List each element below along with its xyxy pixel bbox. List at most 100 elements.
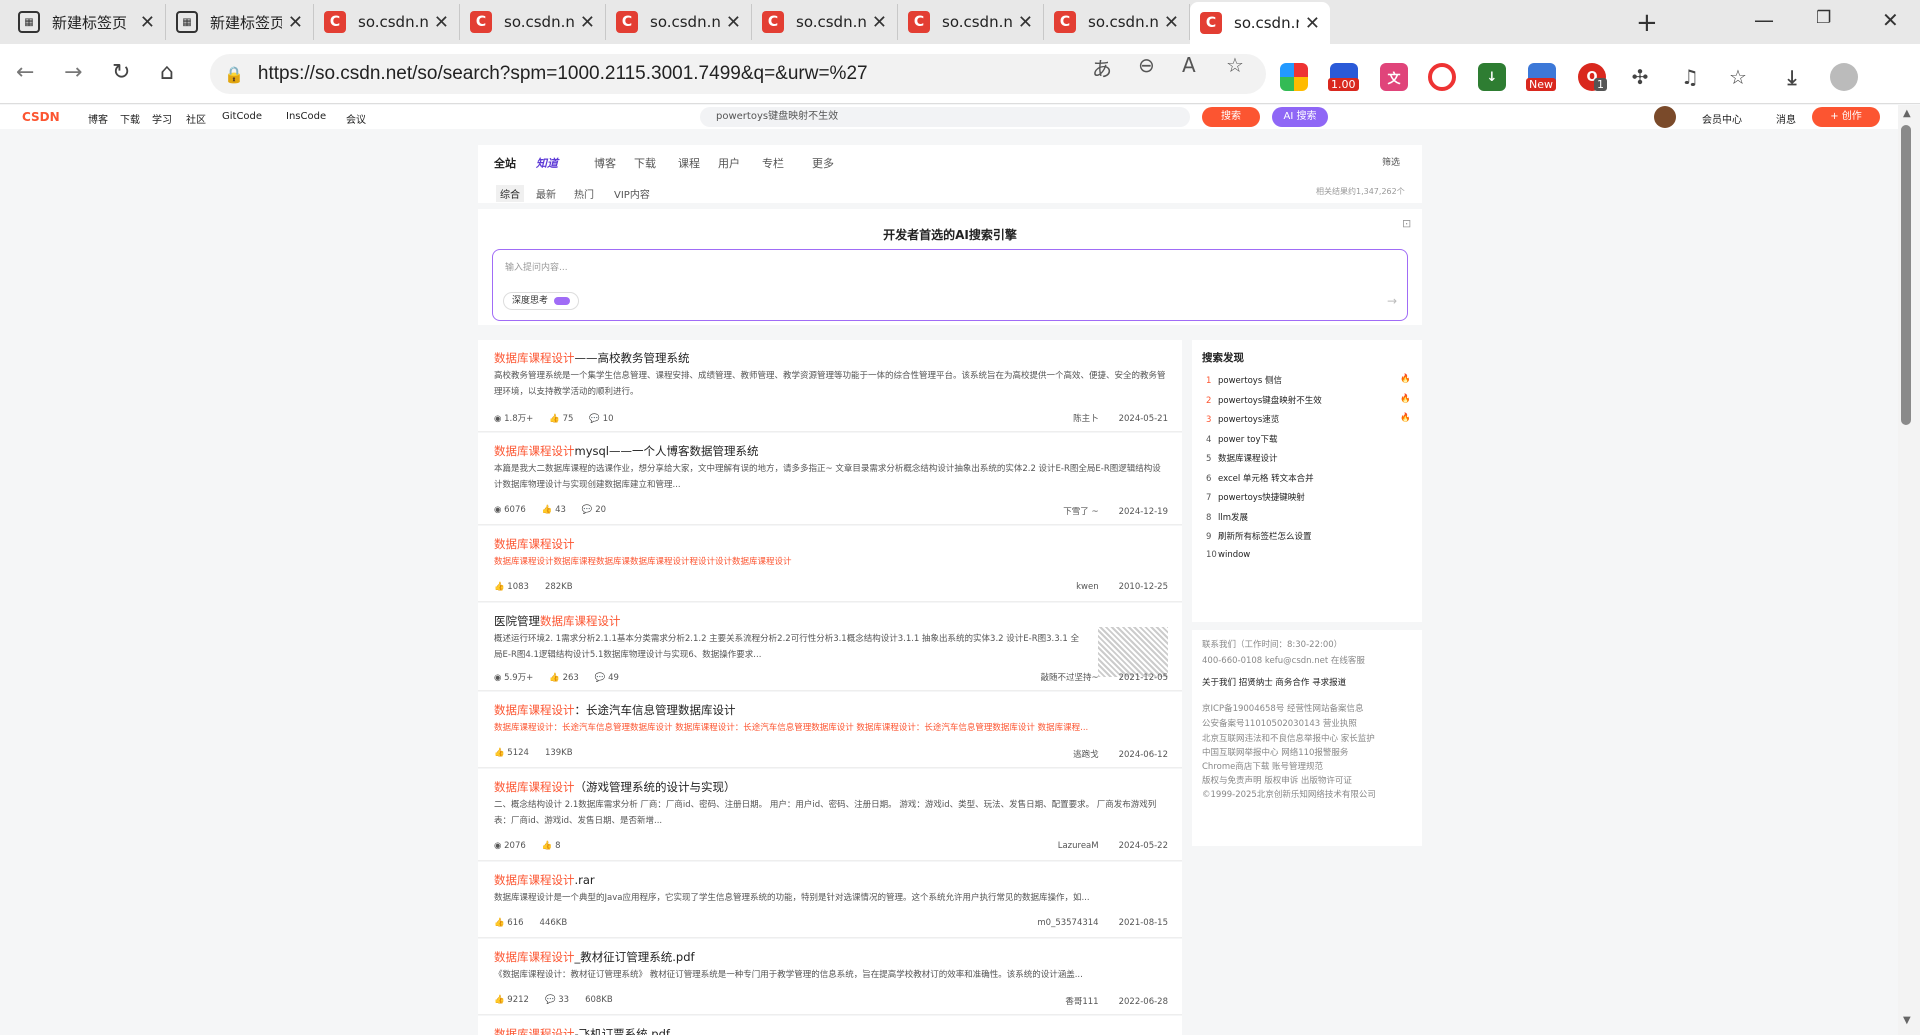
extension-translate-icon[interactable]: 文 — [1380, 63, 1408, 91]
ai-question-input[interactable]: 输入提问内容... 深度思考 → — [492, 249, 1408, 321]
favorites-icon[interactable]: ☆ — [1724, 63, 1752, 91]
csdn-search-input[interactable]: powertoys键盘映射不生效 — [700, 107, 1190, 127]
extensions-puzzle-icon[interactable]: ✣ — [1626, 63, 1654, 91]
browser-tab[interactable]: Cso.csdn.net/s ✕ — [314, 4, 460, 40]
filter-tab[interactable]: 全站 — [494, 155, 516, 171]
result-title[interactable]: 数据库课程设计：长途汽车信息管理数据库设计 — [494, 702, 736, 718]
browser-tab[interactable]: Cso.csdn.net/s ✕ — [898, 4, 1044, 40]
hot-item[interactable]: 1 powertoys 侧信 🔥 — [1206, 374, 1411, 386]
result-item[interactable]: 数据库课程设计（游戏管理系统的设计与实现） 二、概念结构设计 2.1数据库需求分析… — [478, 769, 1182, 861]
hot-item[interactable]: 7 powertoys快捷键映射 — [1206, 491, 1411, 503]
footer-line[interactable]: ©1999-2025北京创新乐知网络技术有限公司 — [1202, 788, 1376, 800]
collapse-icon[interactable]: ⊡ — [1402, 217, 1411, 230]
result-item[interactable]: 医院管理数据库课程设计 概述运行环境2. 1需求分析2.1.1基本分类需求分析2.… — [478, 603, 1182, 691]
result-title[interactable]: 数据库课程设计.rar — [494, 872, 595, 888]
profile-avatar[interactable] — [1830, 63, 1858, 91]
maximize-button[interactable]: ❐ — [1816, 8, 1831, 28]
footer-line[interactable]: 京ICP备19004658号 经营性网站备案信息 — [1202, 702, 1364, 714]
author-name[interactable]: 下雪了 ~ — [1063, 507, 1098, 517]
downloads-icon[interactable]: ⤓ — [1778, 63, 1806, 91]
sub-tab[interactable]: 热门 — [574, 186, 594, 201]
footer-line[interactable]: 版权与免责声明 版权申诉 出版物许可证 — [1202, 774, 1352, 786]
filter-tab[interactable]: 更多 — [812, 155, 834, 171]
tab-close-icon[interactable]: ✕ — [1164, 12, 1179, 33]
hot-item[interactable]: 4 power toy下载 — [1206, 433, 1411, 445]
result-title[interactable]: 数据库课程设计（游戏管理系统的设计与实现） — [494, 779, 736, 795]
home-icon[interactable]: ⌂ — [160, 60, 174, 85]
close-window-button[interactable]: ✕ — [1882, 8, 1899, 32]
user-avatar[interactable] — [1654, 106, 1676, 128]
minimize-button[interactable]: — — [1754, 8, 1774, 32]
footer-line[interactable]: 联系我们（工作时间：8:30-22:00） — [1202, 638, 1342, 650]
favorite-star-icon[interactable]: ☆ — [1226, 53, 1244, 77]
hot-item[interactable]: 10window — [1206, 550, 1411, 560]
header-nav-item[interactable]: 博客 — [88, 111, 108, 126]
header-nav-item[interactable]: GitCode — [222, 111, 262, 122]
hot-item[interactable]: 2 powertoys键盘映射不生效 🔥 — [1206, 394, 1411, 406]
result-title[interactable]: 数据库课程设计-飞机订票系统.pdf — [494, 1026, 670, 1035]
hot-item[interactable]: 8 llm发展 — [1206, 511, 1411, 523]
header-nav-item[interactable]: 学习 — [152, 111, 172, 126]
back-icon[interactable]: ← — [16, 60, 34, 85]
browser-tab[interactable]: Cso.csdn.net/s ✕ — [752, 4, 898, 40]
scroll-down-icon[interactable]: ▼ — [1903, 1015, 1911, 1026]
tab-close-icon[interactable]: ✕ — [140, 12, 155, 33]
filter-tab[interactable]: 专栏 — [762, 155, 784, 171]
scrollbar-thumb[interactable] — [1901, 125, 1911, 425]
footer-line[interactable]: Chrome商店下载 账号管理规范 — [1202, 760, 1323, 772]
deep-think-toggle[interactable]: 深度思考 — [503, 292, 580, 310]
tab-close-icon[interactable]: ✕ — [1018, 12, 1033, 33]
header-nav-item[interactable]: 会议 — [346, 111, 366, 126]
tab-close-icon[interactable]: ✕ — [580, 12, 595, 33]
filter-tab[interactable]: 用户 — [718, 155, 740, 171]
media-icon[interactable]: ♫ — [1676, 63, 1704, 91]
search-button[interactable]: 搜索 — [1202, 107, 1260, 127]
header-nav-item[interactable]: 社区 — [186, 111, 206, 126]
tab-close-icon[interactable]: ✕ — [434, 12, 449, 33]
zoom-icon[interactable]: ⊖ — [1138, 53, 1155, 77]
filter-dropdown[interactable]: 筛选 — [1382, 155, 1400, 168]
new-tab-button[interactable]: + — [1636, 8, 1658, 38]
browser-tab[interactable]: ▦ 新建标签页 ✕ — [8, 4, 166, 40]
hot-item[interactable]: 5 数据库课程设计 — [1206, 452, 1411, 464]
result-item[interactable]: 数据库课程设计mysql——一个人博客数据管理系统 本篇是我大二数据库课程的选课作… — [478, 433, 1182, 525]
tab-close-icon[interactable]: ✕ — [1305, 13, 1320, 34]
sub-tab[interactable]: 综合 — [496, 185, 524, 202]
browser-tab[interactable]: ▦ 新建标签页 ✕ — [166, 4, 314, 40]
ai-search-button[interactable]: AI 搜索 — [1272, 107, 1328, 127]
messages-link[interactable]: 消息 — [1776, 111, 1796, 126]
result-thumbnail[interactable] — [1098, 627, 1168, 677]
header-nav-item[interactable]: InsCode — [286, 111, 326, 122]
extension-target-icon[interactable] — [1428, 63, 1456, 91]
author-name[interactable]: kwen — [1076, 582, 1099, 592]
footer-line[interactable]: 公安备案号11010502030143 营业执照 — [1202, 717, 1357, 729]
author-name[interactable]: 敲随不过坚持~ — [1040, 673, 1098, 683]
result-title[interactable]: 数据库课程设计_教材征订管理系统.pdf — [494, 949, 695, 965]
footer-line[interactable]: 中国互联网举报中心 网络110报警服务 — [1202, 746, 1348, 758]
sub-tab[interactable]: 最新 — [536, 186, 556, 201]
header-nav-item[interactable]: 下载 — [120, 111, 140, 126]
result-item[interactable]: 数据库课程设计_教材征订管理系统.pdf 《数据库课程设计：教材征订管理系统》 教… — [478, 939, 1182, 1015]
extension-download-icon[interactable]: ↓ — [1478, 63, 1506, 91]
footer-line[interactable]: 关于我们 招贤纳士 商务合作 寻求报道 — [1202, 676, 1346, 688]
extension-color-icon[interactable] — [1280, 63, 1308, 91]
create-button[interactable]: + 创作 — [1812, 107, 1880, 127]
hot-item[interactable]: 3 powertoys速览 🔥 — [1206, 413, 1411, 425]
tab-close-icon[interactable]: ✕ — [288, 12, 303, 33]
filter-tab[interactable]: 下载 — [634, 155, 656, 171]
browser-tab[interactable]: Cso.csdn.net/s ✕ — [606, 4, 752, 40]
sub-tab[interactable]: VIP内容 — [614, 186, 650, 201]
forward-icon[interactable]: → — [64, 60, 82, 85]
result-item[interactable]: 数据库课程设计.rar 数据库课程设计是一个典型的Java应用程序，它实现了学生信… — [478, 862, 1182, 938]
author-name[interactable]: LazureaM — [1058, 841, 1099, 851]
hot-item[interactable]: 6 excel 单元格 转文本合并 — [1206, 472, 1411, 484]
footer-line[interactable]: 北京互联网违法和不良信息举报中心 家长监护 — [1202, 732, 1375, 744]
filter-tab[interactable]: 知道 — [536, 155, 558, 171]
hot-item[interactable]: 9 刷新所有标签栏怎么设置 — [1206, 530, 1411, 542]
filter-tab[interactable]: 课程 — [678, 155, 700, 171]
translate-icon[interactable]: あ — [1092, 53, 1112, 82]
author-name[interactable]: 陈主卜 — [1073, 414, 1099, 424]
browser-tab[interactable]: Cso.csdn.net/s ✕ — [1044, 4, 1190, 40]
csdn-logo[interactable]: CSDN — [22, 110, 60, 124]
author-name[interactable]: 香哥111 — [1065, 997, 1098, 1007]
